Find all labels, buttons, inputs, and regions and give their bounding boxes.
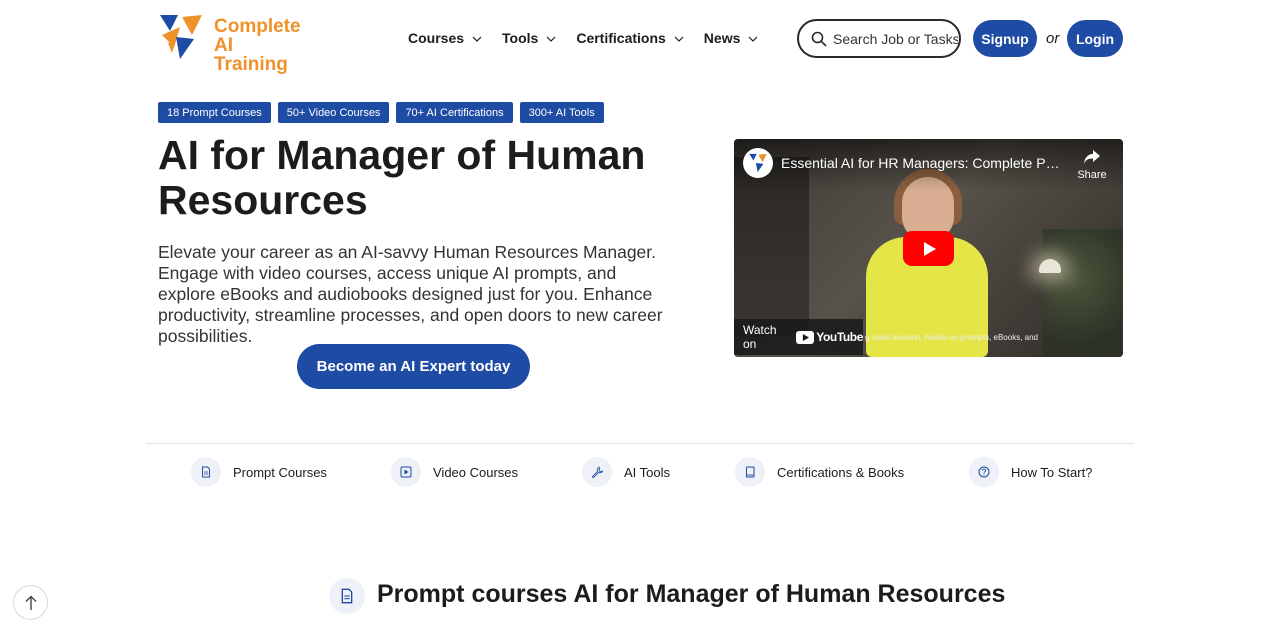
nav-item-tools[interactable]: Tools — [502, 28, 556, 48]
tag-video-courses[interactable]: 50+ Video Courses — [277, 102, 390, 123]
channel-logo-icon — [749, 153, 767, 173]
chevron-down-icon — [674, 36, 684, 42]
search-icon — [811, 31, 827, 46]
stat-tags: 18 Prompt Courses 50+ Video Courses 70+ … — [158, 102, 604, 123]
video-player[interactable]: Essential AI for HR Managers: Complete P… — [734, 139, 1123, 357]
feature-label: Prompt Courses — [233, 464, 327, 480]
chevron-down-icon — [472, 36, 482, 42]
login-button[interactable]: Login — [1067, 20, 1123, 57]
site-header: Complete AI Training Courses Tools Certi… — [0, 0, 1280, 80]
arrow-up-icon — [25, 595, 36, 610]
youtube-label: YouTube — [816, 330, 863, 344]
or-separator: or — [1046, 30, 1060, 47]
wrench-icon — [591, 466, 603, 478]
logo-icon — [160, 15, 202, 59]
watch-on-youtube[interactable]: Watch on YouTube — [734, 319, 863, 355]
youtube-logo: YouTube — [796, 330, 863, 344]
feature-label: Video Courses — [433, 464, 519, 480]
nav-label: Certifications — [576, 30, 666, 46]
search-input[interactable] — [833, 30, 958, 47]
cta-button[interactable]: Become an AI Expert today — [297, 344, 530, 389]
youtube-icon — [796, 330, 815, 344]
video-scene-plant — [1043, 229, 1123, 357]
document-icon — [341, 588, 353, 604]
play-icon — [923, 241, 936, 256]
feature-video-courses[interactable]: Video Courses — [391, 457, 518, 487]
nav-label: News — [703, 30, 741, 46]
logo-line-2: AI Training — [214, 35, 288, 75]
video-title[interactable]: Essential AI for HR Managers: Complete P… — [781, 155, 1061, 171]
scroll-top-button[interactable] — [13, 585, 48, 620]
nav-item-courses[interactable]: Courses — [408, 28, 482, 48]
feature-icon-wrap — [969, 457, 999, 487]
feature-ai-tools[interactable]: AI Tools — [582, 457, 670, 487]
site-logo[interactable]: Complete AI Training — [158, 13, 308, 74]
feature-icon-wrap — [191, 457, 221, 487]
feature-how-to-start[interactable]: How To Start? — [969, 457, 1092, 487]
signup-button[interactable]: Signup — [973, 20, 1037, 57]
feature-icon-wrap — [735, 457, 765, 487]
hero-description: Elevate your career as an AI-savvy Human… — [158, 242, 663, 346]
question-circle-icon — [978, 466, 990, 478]
document-icon — [202, 466, 210, 478]
feature-prompt-courses[interactable]: Prompt Courses — [191, 457, 327, 487]
book-icon — [746, 466, 755, 478]
nav-item-certifications[interactable]: Certifications — [576, 28, 684, 48]
nav-item-news[interactable]: News — [704, 28, 759, 48]
feature-label: How To Start? — [1011, 464, 1093, 480]
search-box[interactable] — [797, 19, 961, 58]
play-square-icon — [400, 466, 412, 478]
share-icon — [1084, 150, 1100, 164]
share-button[interactable]: Share — [1072, 149, 1112, 181]
channel-avatar[interactable] — [743, 148, 773, 178]
watch-on-label: Watch on — [743, 323, 777, 351]
section-title: Prompt courses AI for Manager of Human R… — [377, 580, 1006, 608]
feature-label: AI Tools — [624, 464, 671, 480]
nav-label: Tools — [502, 30, 539, 46]
tag-prompt-courses[interactable]: 18 Prompt Courses — [158, 102, 271, 123]
share-label: Share — [1077, 169, 1107, 181]
nav-label: Courses — [408, 30, 465, 46]
play-button[interactable] — [903, 231, 954, 266]
section-divider — [146, 443, 1134, 444]
feature-icon-wrap — [582, 457, 612, 487]
tag-certifications[interactable]: 70+ AI Certifications — [396, 102, 513, 123]
main-nav: Courses Tools Certifications News — [408, 28, 778, 48]
feature-label: Certifications & Books — [777, 464, 905, 480]
page-title: AI for Manager of Human Resources — [158, 132, 646, 223]
feature-certifications-books[interactable]: Certifications & Books — [735, 457, 904, 487]
chevron-down-icon — [546, 36, 556, 42]
video-caption: g video lessons, hands-on prompts, eBook… — [865, 333, 1038, 342]
feature-icon-wrap — [391, 457, 421, 487]
tag-ai-tools[interactable]: 300+ AI Tools — [519, 102, 604, 123]
logo-line-1: Complete — [214, 16, 301, 37]
logo-wordmark: Complete AI Training — [214, 17, 308, 74]
section-icon-wrap — [329, 578, 365, 614]
chevron-down-icon — [748, 36, 758, 42]
